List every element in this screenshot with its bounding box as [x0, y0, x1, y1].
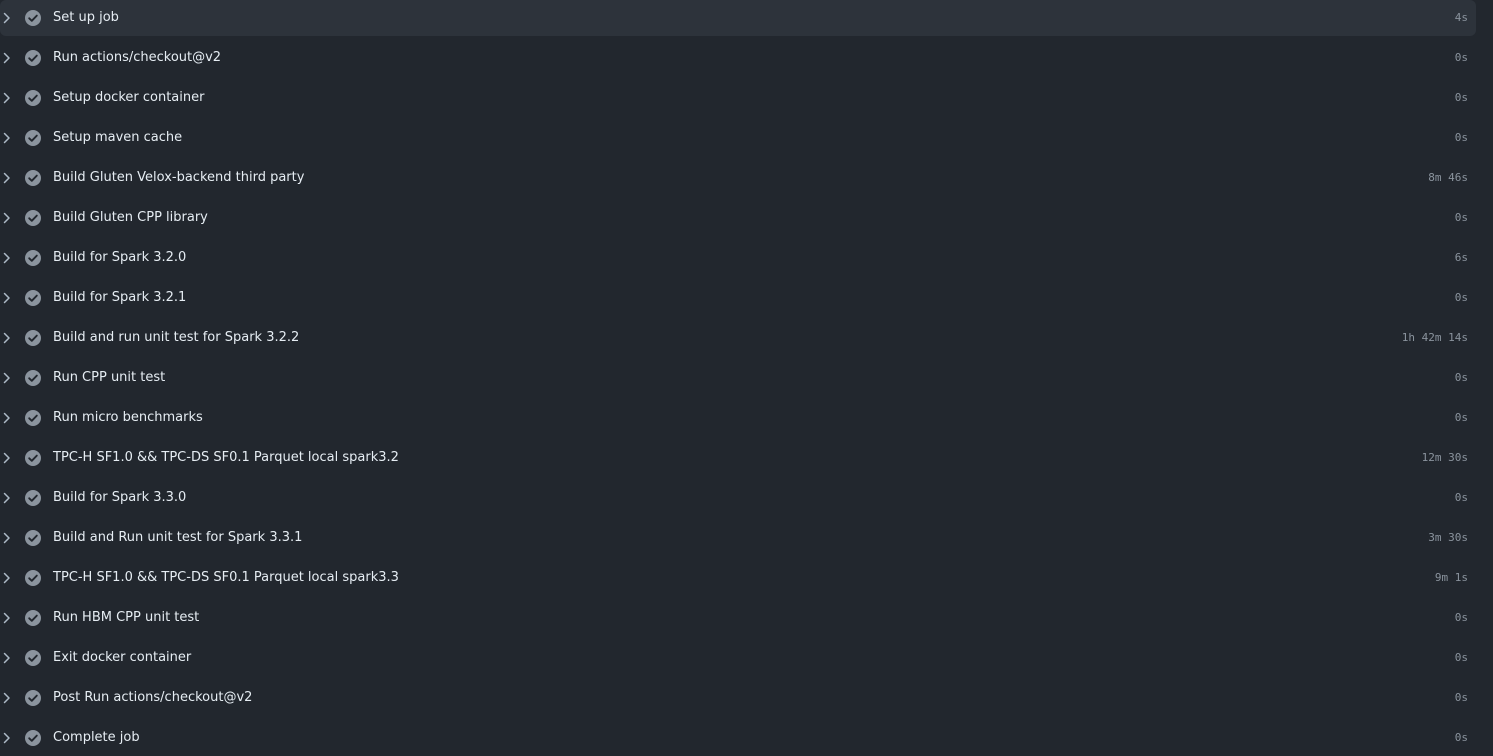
step-name: Run HBM CPP unit test [53, 610, 200, 625]
chevron-right-icon[interactable] [1, 371, 13, 385]
step-name: Build for Spark 3.2.1 [53, 290, 187, 305]
job-step-4[interactable]: Setup maven cache 0s [0, 120, 1476, 156]
job-step-3[interactable]: Setup docker container 0s [0, 80, 1476, 116]
chevron-right-icon[interactable] [1, 651, 13, 665]
job-step-18[interactable]: Post Run actions/checkout@v2 0s [0, 680, 1476, 716]
chevron-right-icon[interactable] [1, 251, 13, 265]
chevron-right-icon[interactable] [1, 411, 13, 425]
chevron-right-icon[interactable] [1, 331, 13, 345]
check-circle-icon [24, 329, 42, 347]
step-name: TPC-H SF1.0 && TPC-DS SF0.1 Parquet loca… [53, 570, 399, 585]
job-step-12[interactable]: TPC-H SF1.0 && TPC-DS SF0.1 Parquet loca… [0, 440, 1476, 476]
check-circle-icon [24, 649, 42, 667]
step-duration: 1h 42m 14s [1401, 331, 1468, 344]
chevron-right-icon[interactable] [1, 531, 13, 545]
step-duration: 8m 46s [1428, 171, 1468, 184]
check-circle-icon [24, 49, 42, 67]
job-step-8[interactable]: Build for Spark 3.2.1 0s [0, 280, 1476, 316]
check-circle-icon [24, 209, 42, 227]
step-duration: 9m 1s [1434, 571, 1468, 584]
step-name: Setup docker container [53, 90, 205, 105]
step-name: Run micro benchmarks [53, 410, 203, 425]
job-step-5[interactable]: Build Gluten Velox-backend third party 8… [0, 160, 1476, 196]
step-duration: 0s [1454, 291, 1468, 304]
chevron-right-icon[interactable] [1, 491, 13, 505]
chevron-right-icon[interactable] [1, 731, 13, 745]
step-name: Complete job [53, 730, 140, 745]
check-circle-icon [24, 89, 42, 107]
step-name: Post Run actions/checkout@v2 [53, 690, 253, 705]
check-circle-icon [24, 609, 42, 627]
step-duration: 0s [1454, 91, 1468, 104]
step-name: Exit docker container [53, 650, 192, 665]
step-duration: 0s [1454, 731, 1468, 744]
chevron-right-icon[interactable] [1, 211, 13, 225]
job-step-10[interactable]: Run CPP unit test 0s [0, 360, 1476, 396]
step-name: Run actions/checkout@v2 [53, 50, 222, 65]
job-step-9[interactable]: Build and run unit test for Spark 3.2.2 … [0, 320, 1476, 356]
step-name: Set up job [53, 10, 119, 25]
check-circle-icon [24, 569, 42, 587]
step-name: Build for Spark 3.3.0 [53, 490, 187, 505]
check-circle-icon [24, 409, 42, 427]
check-circle-icon [24, 129, 42, 147]
step-name: Build for Spark 3.2.0 [53, 250, 187, 265]
check-circle-icon [24, 169, 42, 187]
job-steps-list: Set up job 4s Run actions/checkout@v2 0s [0, 0, 1493, 756]
check-circle-icon [24, 689, 42, 707]
job-step-14[interactable]: Build and Run unit test for Spark 3.3.1 … [0, 520, 1476, 556]
check-circle-icon [24, 489, 42, 507]
job-step-17[interactable]: Exit docker container 0s [0, 640, 1476, 676]
chevron-right-icon[interactable] [1, 11, 13, 25]
check-circle-icon [24, 729, 42, 747]
step-duration: 0s [1454, 491, 1468, 504]
job-step-2[interactable]: Run actions/checkout@v2 0s [0, 40, 1476, 76]
step-name: Build and Run unit test for Spark 3.3.1 [53, 530, 303, 545]
step-duration: 0s [1454, 691, 1468, 704]
step-duration: 0s [1454, 411, 1468, 424]
check-circle-icon [24, 449, 42, 467]
step-duration: 6s [1454, 251, 1468, 264]
step-duration: 0s [1454, 611, 1468, 624]
step-duration: 0s [1454, 371, 1468, 384]
chevron-right-icon[interactable] [1, 611, 13, 625]
chevron-right-icon[interactable] [1, 291, 13, 305]
job-step-6[interactable]: Build Gluten CPP library 0s [0, 200, 1476, 236]
step-name: TPC-H SF1.0 && TPC-DS SF0.1 Parquet loca… [53, 450, 399, 465]
step-name: Build and run unit test for Spark 3.2.2 [53, 330, 300, 345]
step-duration: 4s [1454, 11, 1468, 24]
job-step-11[interactable]: Run micro benchmarks 0s [0, 400, 1476, 436]
step-name: Setup maven cache [53, 130, 183, 145]
step-name: Build Gluten CPP library [53, 210, 208, 225]
check-circle-icon [24, 369, 42, 387]
job-step-19[interactable]: Complete job 0s [0, 720, 1476, 756]
step-duration: 12m 30s [1421, 451, 1468, 464]
chevron-right-icon[interactable] [1, 171, 13, 185]
check-circle-icon [24, 249, 42, 267]
job-step-16[interactable]: Run HBM CPP unit test 0s [0, 600, 1476, 636]
step-duration: 0s [1454, 211, 1468, 224]
chevron-right-icon[interactable] [1, 51, 13, 65]
step-duration: 3m 30s [1428, 531, 1468, 544]
chevron-right-icon[interactable] [1, 451, 13, 465]
job-step-1[interactable]: Set up job 4s [0, 0, 1476, 36]
chevron-right-icon[interactable] [1, 91, 13, 105]
step-duration: 0s [1454, 51, 1468, 64]
job-step-7[interactable]: Build for Spark 3.2.0 6s [0, 240, 1476, 276]
job-step-13[interactable]: Build for Spark 3.3.0 0s [0, 480, 1476, 516]
step-name: Run CPP unit test [53, 370, 166, 385]
step-duration: 0s [1454, 651, 1468, 664]
check-circle-icon [24, 9, 42, 27]
check-circle-icon [24, 529, 42, 547]
check-circle-icon [24, 289, 42, 307]
chevron-right-icon[interactable] [1, 571, 13, 585]
chevron-right-icon[interactable] [1, 131, 13, 145]
step-duration: 0s [1454, 131, 1468, 144]
chevron-right-icon[interactable] [1, 691, 13, 705]
job-step-15[interactable]: TPC-H SF1.0 && TPC-DS SF0.1 Parquet loca… [0, 560, 1476, 596]
step-name: Build Gluten Velox-backend third party [53, 170, 305, 185]
